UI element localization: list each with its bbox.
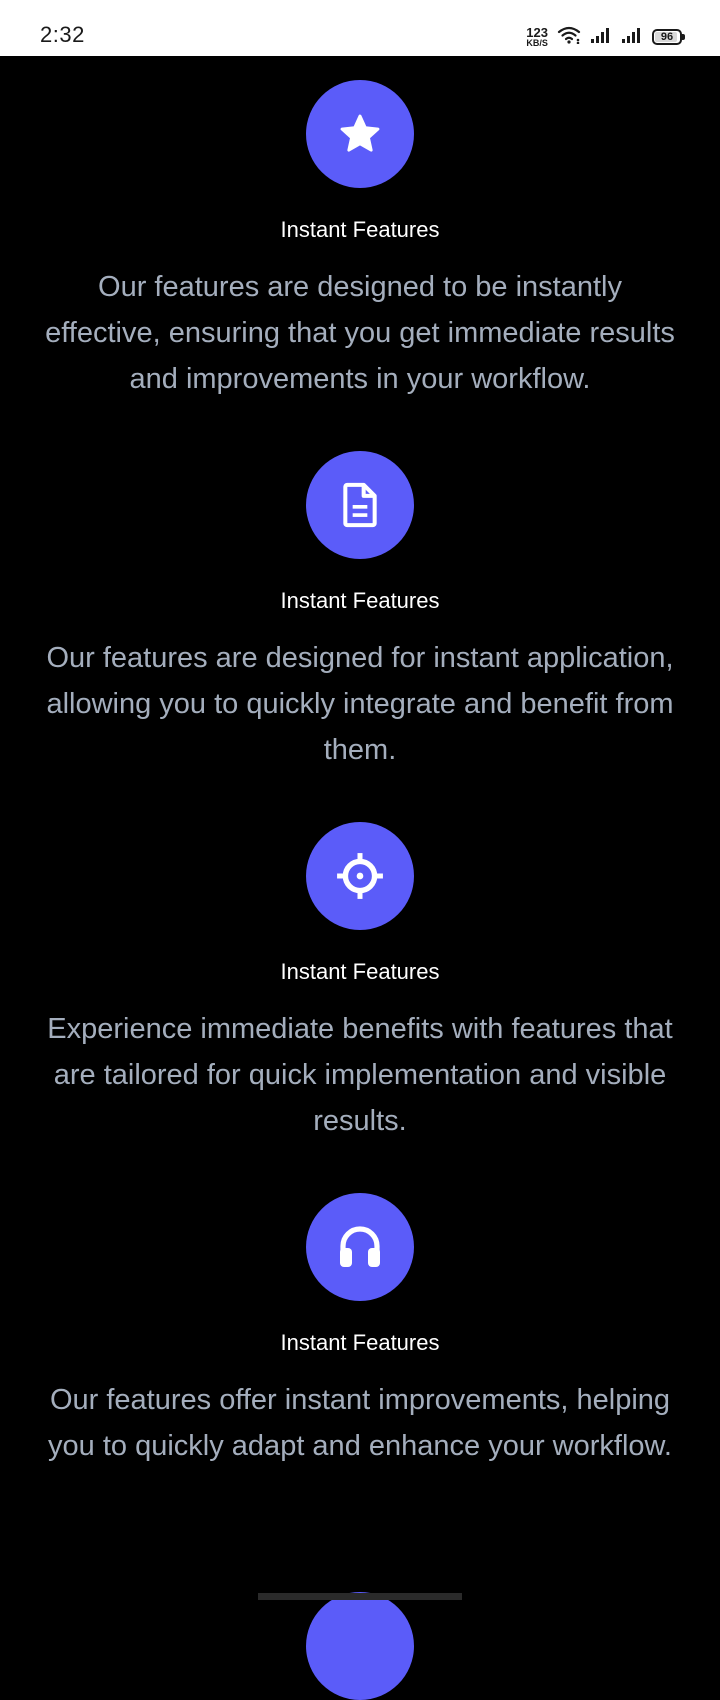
status-bar: 2:32 123 KB/S 96 <box>0 0 720 56</box>
feature-icon-badge <box>306 822 414 930</box>
signal-icon-2 <box>621 26 643 49</box>
signal-icon-1 <box>590 26 612 49</box>
feature-card: Instant Features Experience immediate be… <box>0 798 720 1169</box>
wifi-icon <box>557 26 581 49</box>
feature-description: Our features are designed to be instantl… <box>45 271 675 395</box>
feature-title: Instant Features <box>280 588 440 613</box>
network-speed-unit: KB/S <box>526 38 548 48</box>
feature-icon-badge <box>306 80 414 188</box>
document-icon <box>338 481 382 529</box>
feature-icon-badge <box>306 1193 414 1301</box>
feature-card: Instant Features Our features are design… <box>0 56 720 427</box>
headphones-icon <box>336 1224 384 1270</box>
feature-title: Instant Features <box>280 1330 440 1355</box>
network-speed: 123 KB/S <box>526 26 548 48</box>
feature-title: Instant Features <box>280 217 440 242</box>
feature-icon-badge <box>306 451 414 559</box>
features-list: Instant Features Our features are design… <box>0 56 720 1540</box>
feature-description: Our features offer instant improvements,… <box>48 1384 672 1462</box>
star-icon <box>338 112 382 156</box>
crosshair-icon <box>335 851 385 901</box>
home-indicator[interactable] <box>258 1593 462 1600</box>
feature-description: Our features are designed for instant ap… <box>46 642 674 766</box>
feature-description: Experience immediate benefits with featu… <box>47 1013 673 1137</box>
status-icons: 123 KB/S 96 <box>526 22 685 52</box>
battery-percent: 96 <box>660 31 674 43</box>
feature-card: Instant Features Our features offer inst… <box>0 1169 720 1540</box>
battery-icon: 96 <box>652 29 685 45</box>
status-time: 2:32 <box>40 22 85 47</box>
feature-title: Instant Features <box>280 959 440 984</box>
feature-card: Instant Features Our features are design… <box>0 427 720 798</box>
next-feature-icon-badge <box>306 1592 414 1700</box>
